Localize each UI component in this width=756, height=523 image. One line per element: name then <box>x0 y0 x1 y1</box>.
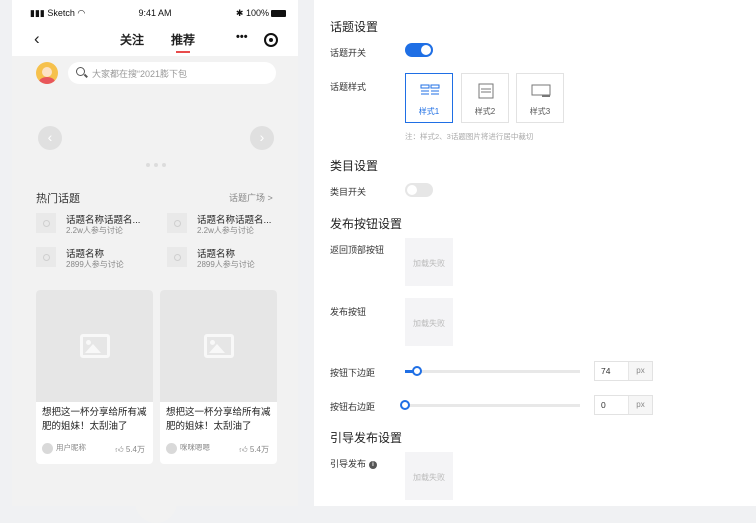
thumbs-up-icon: 👍︎ <box>239 445 248 454</box>
topic-count: 2.2w人参与讨论 <box>66 226 123 235</box>
unit-label: px <box>628 396 652 414</box>
publish-button-image-upload[interactable]: 加载失败 <box>405 298 453 346</box>
topic-square-link[interactable]: 话题广场 > <box>229 191 273 204</box>
topic-item[interactable]: 话题名称话题名... 2.2w人参与讨论 <box>167 212 287 238</box>
author-name: 咪咪嗯嗯 <box>180 443 210 452</box>
banner-prev-button[interactable]: ‹ <box>38 126 62 150</box>
tab-recommend[interactable]: 推荐 <box>171 31 195 48</box>
right-margin-label: 按钮右边距 <box>330 402 376 412</box>
topic-image-icon <box>36 213 56 233</box>
bottom-margin-value: 74 <box>601 366 611 376</box>
guide-publish-label: 引导发布 <box>330 459 367 469</box>
topic-name: 话题名称话题名... <box>197 215 272 226</box>
banner-next-button[interactable]: › <box>250 126 274 150</box>
topic-settings-heading: 话题设置 <box>330 20 379 34</box>
style-option-3[interactable]: 样式3 <box>516 73 564 123</box>
active-tab-indicator <box>176 51 190 53</box>
right-margin-input[interactable]: 0 px <box>594 395 653 415</box>
post-title: 想把这一杯分享给所有减肥的姐妹！太刮油了 <box>166 407 271 432</box>
search-icon <box>76 67 85 76</box>
hot-topics-title: 热门话题 <box>36 193 80 205</box>
topic-image-icon <box>36 247 56 267</box>
style-option-label: 样式1 <box>418 107 440 116</box>
post-title: 想把这一杯分享给所有减肥的姐妹！太刮油了 <box>42 407 147 432</box>
info-icon[interactable]: i <box>369 460 378 469</box>
more-menu-icon[interactable]: ••• <box>236 31 248 43</box>
avatar[interactable] <box>36 62 58 84</box>
category-settings-heading: 类目设置 <box>330 159 379 173</box>
publish-fab-button[interactable] <box>135 481 177 523</box>
author-avatar <box>42 442 53 454</box>
author-avatar <box>166 442 177 454</box>
style-grid-icon <box>420 84 440 95</box>
topic-switch-label: 话题开关 <box>330 48 367 58</box>
search-input[interactable]: 大家都在搜“2021膨下包 <box>68 62 276 84</box>
load-failed-text: 加载失败 <box>413 319 445 328</box>
banner-dot[interactable] <box>146 163 150 167</box>
search-placeholder: 大家都在搜“2021膨下包 <box>92 69 188 79</box>
post-image <box>160 290 277 402</box>
publish-settings-heading: 发布按钮设置 <box>330 217 403 231</box>
category-switch-toggle[interactable] <box>405 183 433 197</box>
thumbs-up-icon: 👍︎ <box>115 445 124 454</box>
bottom-margin-label: 按钮下边距 <box>330 368 376 378</box>
guide-settings-heading: 引导发布设置 <box>330 431 403 445</box>
post-image <box>36 290 153 402</box>
topic-switch-toggle[interactable] <box>405 43 433 57</box>
image-placeholder-icon <box>79 334 110 358</box>
style-option-label: 样式3 <box>529 107 551 116</box>
unit-label: px <box>628 362 652 380</box>
style-option-label: 样式2 <box>474 107 496 116</box>
style-note: 注：样式2、3话题图片将进行居中裁切 <box>405 132 534 141</box>
battery-percent: 100% <box>245 8 269 18</box>
post-card[interactable]: 想把这一杯分享给所有减肥的姐妹！太刮油了 用户昵称 👍︎ 5.4万 <box>36 290 153 464</box>
like-count: 5.4万 <box>125 445 145 454</box>
topic-item[interactable]: 话题名称 2899人参与讨论 <box>36 246 156 272</box>
topic-item[interactable]: 话题名称话题名... 2.2w人参与讨论 <box>36 212 156 238</box>
topic-image-icon <box>167 213 187 233</box>
back-to-top-image-upload[interactable]: 加载失败 <box>405 238 453 286</box>
right-margin-slider[interactable] <box>400 400 580 410</box>
back-arrow-icon[interactable]: ‹ <box>34 29 40 49</box>
bottom-margin-slider[interactable] <box>405 366 580 376</box>
style-option-1[interactable]: 样式1 <box>405 73 453 123</box>
battery-icon <box>271 10 286 18</box>
load-failed-text: 加载失败 <box>413 259 445 268</box>
topic-name: 话题名称 <box>66 249 105 260</box>
style-banner-icon <box>531 84 551 97</box>
mini-program-capsule: ••• <box>226 29 286 51</box>
topic-style-label: 话题样式 <box>330 82 367 92</box>
topic-count: 2.2w人参与讨论 <box>197 226 254 235</box>
slider-thumb[interactable] <box>400 400 410 410</box>
status-bar: ▮▮▮ Sketch ◠ 9:41 AM ✱ 100% <box>12 0 298 24</box>
phone-nav-bar: ‹ 关注 推荐 ••• <box>12 24 298 56</box>
image-placeholder-icon <box>203 334 234 358</box>
style-card-icon <box>478 83 494 99</box>
like-count: 5.4万 <box>249 445 269 454</box>
style-option-2[interactable]: 样式2 <box>461 73 509 123</box>
back-to-top-label: 返回顶部按钮 <box>330 245 385 255</box>
guide-image-upload[interactable]: 加载失败 <box>405 452 453 500</box>
publish-button-label: 发布按钮 <box>330 307 367 317</box>
banner-dot[interactable] <box>154 163 158 167</box>
author-name: 用户昵称 <box>56 443 86 452</box>
toggle-knob <box>421 45 431 55</box>
right-margin-value: 0 <box>601 400 606 410</box>
topic-image-icon <box>167 247 187 267</box>
topic-count: 2899人参与讨论 <box>197 260 255 269</box>
banner-dot[interactable] <box>162 163 166 167</box>
close-target-icon[interactable] <box>264 33 278 47</box>
toggle-knob <box>407 185 417 195</box>
topic-count: 2899人参与讨论 <box>66 260 124 269</box>
bluetooth-icon: ✱ <box>235 8 244 18</box>
load-failed-text: 加载失败 <box>413 473 445 482</box>
topic-name: 话题名称话题名... <box>66 215 141 226</box>
tab-follow[interactable]: 关注 <box>120 31 144 48</box>
post-card[interactable]: 想把这一杯分享给所有减肥的姐妹！太刮油了 咪咪嗯嗯 👍︎ 5.4万 <box>160 290 277 464</box>
topic-item[interactable]: 话题名称 2899人参与讨论 <box>167 246 287 272</box>
bottom-margin-input[interactable]: 74 px <box>594 361 653 381</box>
category-switch-label: 类目开关 <box>330 187 367 197</box>
topic-name: 话题名称 <box>197 249 236 260</box>
